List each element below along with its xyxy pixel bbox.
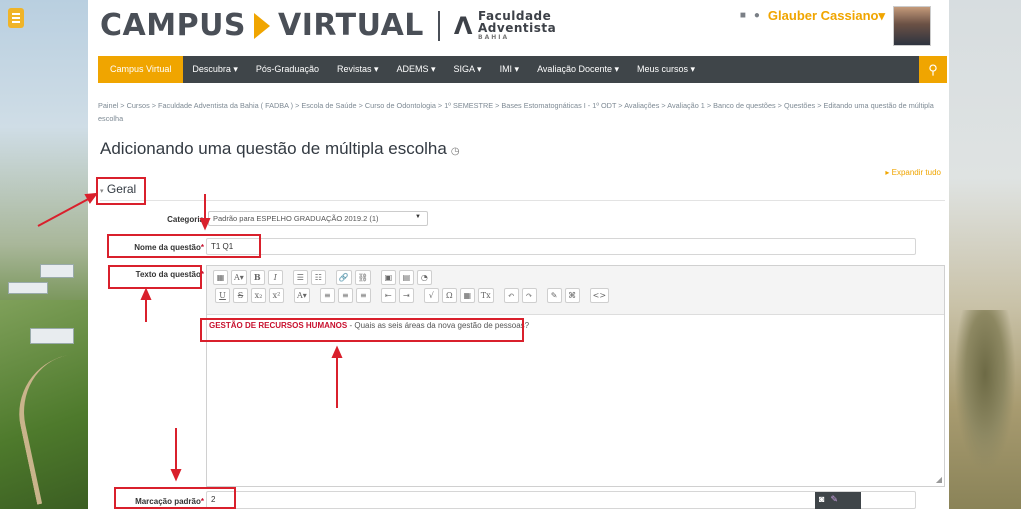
institution-name-line2: Adventista <box>478 20 557 35</box>
superscript-icon[interactable]: x² <box>269 288 284 303</box>
align-center-icon[interactable]: ≡ <box>337 288 353 303</box>
main-navbar: Campus Virtual Descubra ▾ Pós-Graduação … <box>98 56 947 83</box>
indent-icon[interactable]: ⇥ <box>398 288 414 303</box>
italic-icon[interactable]: I <box>267 270 283 285</box>
search-button[interactable]: ⚲ <box>919 56 947 83</box>
editor-toolbar-row-1: ▦ A▾ B I ☰ ☷ 🔗 ⛓ ▣ ▤ ◔ <box>213 270 938 285</box>
annotation-box-nome <box>107 234 261 258</box>
pen-icon[interactable]: ✎ <box>830 494 838 507</box>
avatar[interactable] <box>893 6 931 46</box>
font-color-icon[interactable]: A▾ <box>294 288 310 303</box>
messages-icon[interactable]: ■ <box>740 10 746 21</box>
editor-toolbar: ▦ A▾ B I ☰ ☷ 🔗 ⛓ ▣ ▤ ◔ U S x₂ x² A▾ ≡ ≡ … <box>207 266 944 315</box>
image-icon[interactable]: ▣ <box>380 270 396 285</box>
nav-item-siga[interactable]: SIGA ▾ <box>445 56 491 83</box>
breadcrumb[interactable]: Painel > Cursos > Faculdade Adventista d… <box>98 99 943 125</box>
underline-icon[interactable]: U <box>215 288 230 303</box>
nav-item-descubra[interactable]: Descubra ▾ <box>183 56 247 83</box>
align-left-icon[interactable]: ≡ <box>319 288 335 303</box>
side-menu-toggle-button[interactable] <box>8 8 24 28</box>
unordered-list-icon[interactable]: ☰ <box>292 270 308 285</box>
subscript-icon[interactable]: x₂ <box>251 288 266 303</box>
background-building <box>30 328 74 344</box>
font-size-icon[interactable]: A▾ <box>231 270 247 285</box>
institution-name-line1: Faculdade <box>478 8 552 23</box>
background-tree <box>955 310 1015 470</box>
institution-name-line3: BAHIA <box>478 33 510 41</box>
bold-icon[interactable]: B <box>249 270 265 285</box>
campus-virtual-logo[interactable]: CAMPUS VIRTUAL Ʌ Faculdade Adventista BA… <box>100 8 556 43</box>
record-audio-icon[interactable]: ◔ <box>416 270 432 285</box>
institution-logo: Ʌ Faculdade Adventista BAHIA <box>454 10 556 42</box>
toggle-toolbar-icon[interactable]: ▦ <box>213 270 228 285</box>
chevron-down-icon: ▼ <box>415 214 421 220</box>
search-icon: ⚲ <box>928 62 938 77</box>
nav-item-pos-graduacao[interactable]: Pós-Graduação <box>247 56 328 83</box>
brand-arrow-icon <box>254 12 271 39</box>
html-source-icon[interactable]: <> <box>589 288 610 303</box>
special-character-icon[interactable]: Ω <box>441 288 457 303</box>
clear-formatting-icon[interactable]: Tx <box>477 288 494 303</box>
expand-all-link[interactable]: ▸ Expandir tudo <box>885 168 941 177</box>
brand-title-part2: VIRTUAL <box>278 8 424 43</box>
nav-item-meus-cursos[interactable]: Meus cursos ▾ <box>628 56 704 83</box>
unlink-icon[interactable]: ⛓ <box>354 270 371 285</box>
default-mark-input[interactable]: 2 <box>206 491 916 509</box>
nav-item-avaliacao-docente[interactable]: Avaliação Docente ▾ <box>528 56 628 83</box>
page-title: Adicionando uma questão de múltipla esco… <box>100 139 460 158</box>
institution-mark-icon: Ʌ <box>453 11 473 40</box>
help-icon[interactable]: ◷ <box>451 146 460 157</box>
category-label: Categoria <box>167 215 204 224</box>
background-landscape-right <box>949 0 1021 509</box>
notifications-icon[interactable]: ● <box>754 10 760 21</box>
section-divider <box>100 200 945 201</box>
editor-toolbar-row-2: U S x₂ x² A▾ ≡ ≡ ≡ ⇤ ⇥ √ Ω ▦ Tx ↶ ↷ ✎ ⌘ … <box>215 288 938 303</box>
brand-separator <box>437 10 440 41</box>
annotation-box-geral <box>96 177 146 205</box>
floating-widget[interactable]: ◙ ✎ <box>815 492 861 509</box>
undo-icon[interactable]: ↶ <box>503 288 519 303</box>
nav-item-campus-virtual[interactable]: Campus Virtual <box>98 56 184 83</box>
table-icon[interactable]: ▦ <box>459 288 475 303</box>
nav-item-imi[interactable]: IMI ▾ <box>491 56 529 83</box>
media-icon[interactable]: ▤ <box>398 270 414 285</box>
redo-icon[interactable]: ↷ <box>521 288 537 303</box>
annotation-box-texto <box>108 265 202 289</box>
annotation-box-enunciado <box>200 318 524 342</box>
accessibility-checker-icon[interactable]: ✎ <box>546 288 562 303</box>
link-icon[interactable]: 🔗 <box>335 270 352 285</box>
annotation-box-marcacao <box>114 487 236 509</box>
user-menu-name[interactable]: Glauber Cassiano▾ <box>768 8 885 24</box>
brand-title-part1: CAMPUS <box>100 8 247 43</box>
strikethrough-icon[interactable]: S <box>233 288 248 303</box>
resize-handle-icon[interactable]: ◢ <box>936 475 942 484</box>
align-right-icon[interactable]: ≡ <box>355 288 371 303</box>
outdent-icon[interactable]: ⇤ <box>380 288 396 303</box>
category-select[interactable]: Padrão para ESPELHO GRADUAÇÃO 2019.2 (1)… <box>208 211 428 226</box>
screenreader-helper-icon[interactable]: ⌘ <box>564 288 580 303</box>
equation-icon[interactable]: √ <box>423 288 439 303</box>
question-text-editor[interactable]: ▦ A▾ B I ☰ ☷ 🔗 ⛓ ▣ ▤ ◔ U S x₂ x² A▾ ≡ ≡ … <box>206 265 945 487</box>
background-landscape-left <box>0 0 96 509</box>
nav-item-adems[interactable]: ADEMS ▾ <box>388 56 445 83</box>
camera-icon[interactable]: ◙ <box>819 494 824 507</box>
ordered-list-icon[interactable]: ☷ <box>310 270 326 285</box>
background-building <box>8 282 48 294</box>
background-building <box>40 264 74 278</box>
nav-item-revistas[interactable]: Revistas ▾ <box>328 56 388 83</box>
question-name-input[interactable]: T1 Q1 <box>206 238 916 255</box>
user-area: ■ ● Glauber Cassiano▾ <box>740 6 931 46</box>
